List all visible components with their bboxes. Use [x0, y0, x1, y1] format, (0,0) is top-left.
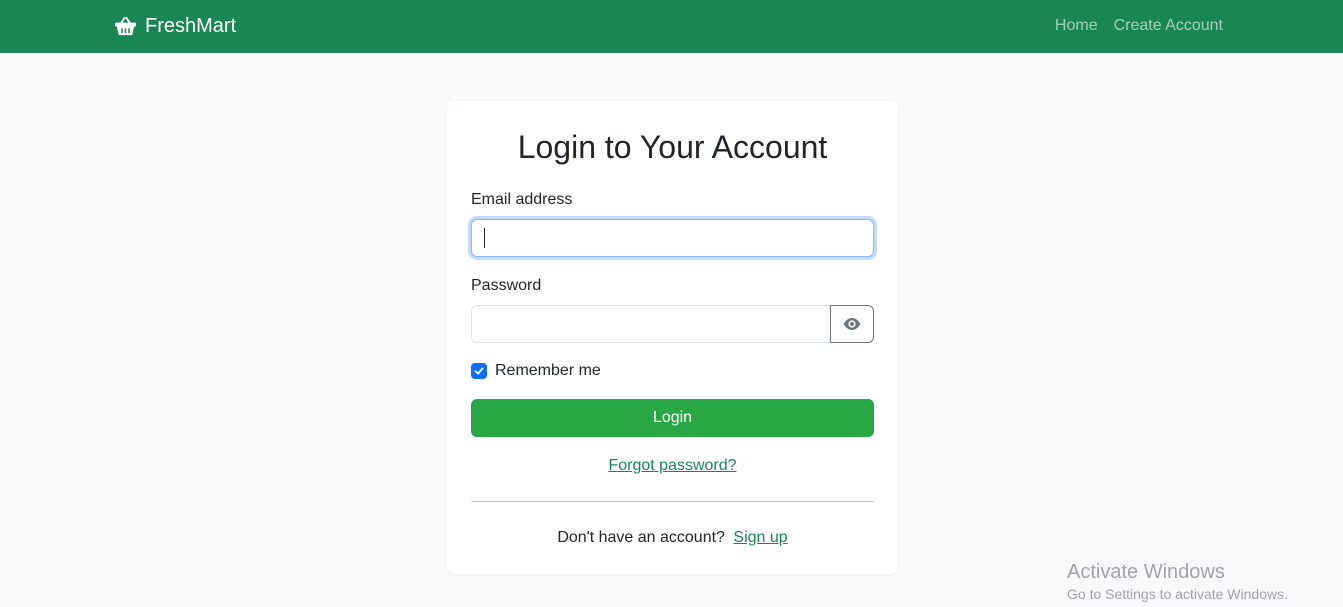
email-label: Email address	[471, 191, 573, 208]
signup-row: Don't have an account? Sign up	[447, 528, 898, 548]
signup-prompt: Don't have an account?	[557, 529, 725, 546]
password-label: Password	[471, 277, 542, 294]
remember-me-row: Remember me	[471, 361, 601, 381]
brand-link[interactable]: FreshMart	[114, 13, 236, 39]
forgot-password-link[interactable]: Forgot password?	[608, 457, 736, 474]
watermark-subtitle: Go to Settings to activate Windows.	[1067, 586, 1288, 602]
eye-icon	[843, 318, 861, 330]
brand-name: FreshMart	[145, 14, 237, 37]
forgot-password-row: Forgot password?	[447, 456, 898, 476]
email-field[interactable]	[471, 219, 874, 257]
nav-home-link[interactable]: Home	[1055, 16, 1098, 36]
top-navbar: FreshMart Home Create Account	[0, 0, 1343, 53]
remember-me-checkbox[interactable]	[471, 363, 487, 379]
divider	[471, 501, 874, 502]
watermark-title: Activate Windows	[1067, 561, 1225, 583]
checkmark-icon	[474, 367, 484, 375]
text-caret	[484, 228, 485, 248]
signup-link[interactable]: Sign up	[733, 529, 787, 546]
remember-me-label[interactable]: Remember me	[495, 361, 601, 381]
nav-links: Home Create Account	[1055, 16, 1223, 36]
toggle-password-button[interactable]	[830, 305, 874, 343]
password-field[interactable]	[471, 305, 831, 343]
login-card: Login to Your Account Email address Pass…	[447, 101, 898, 574]
activate-windows-watermark: Activate Windows Go to Settings to activ…	[1067, 561, 1288, 603]
page-title: Login to Your Account	[517, 129, 828, 165]
login-button[interactable]: Login	[471, 399, 874, 437]
basket-icon	[114, 16, 137, 35]
nav-create-account-link[interactable]: Create Account	[1114, 16, 1223, 36]
